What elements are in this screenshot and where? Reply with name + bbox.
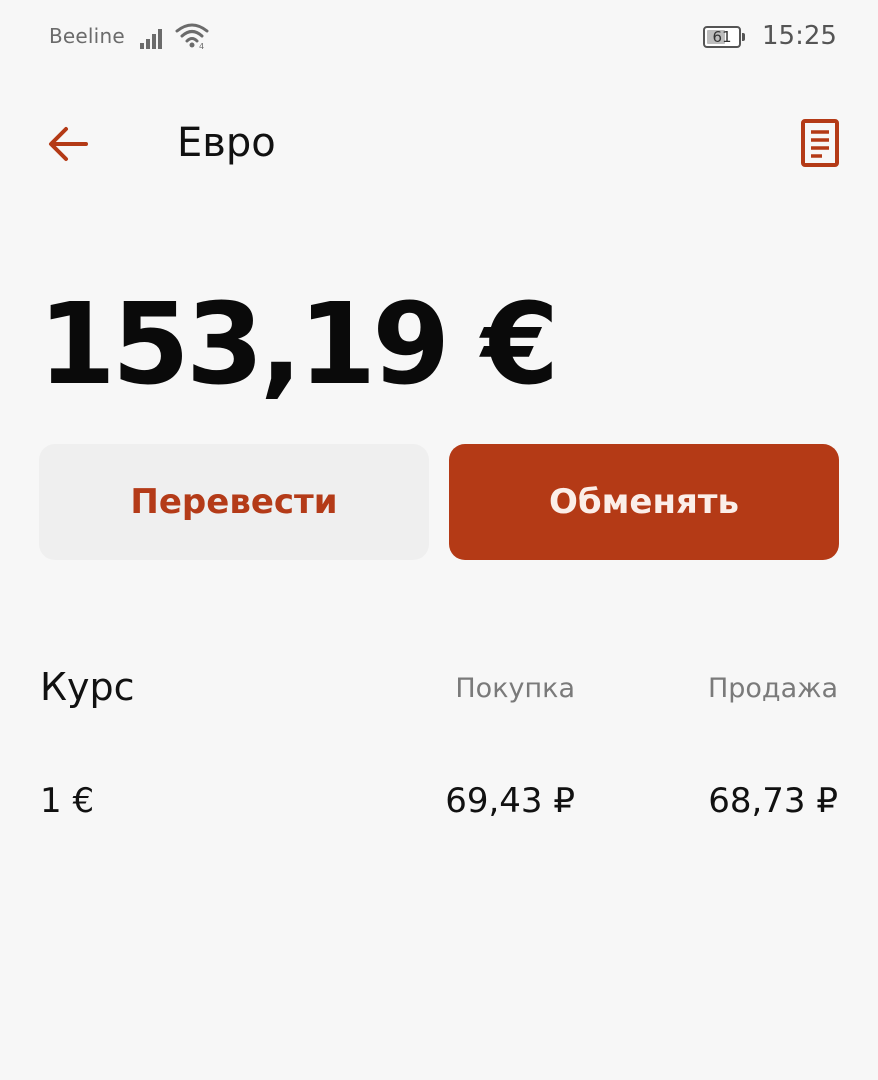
rates-header-buy: Покупка xyxy=(455,673,575,704)
rates-title: Курс xyxy=(40,665,135,709)
exchange-button[interactable]: Обменять xyxy=(449,444,839,560)
carrier-name: Beeline xyxy=(49,24,125,48)
cellular-signal-icon xyxy=(139,24,167,54)
balance-amount: 153,19 € xyxy=(38,280,559,410)
svg-text:4: 4 xyxy=(199,42,204,50)
status-time: 15:25 xyxy=(762,21,837,51)
document-icon xyxy=(801,119,839,167)
battery-icon: 61 xyxy=(703,26,745,48)
battery-percent: 61 xyxy=(712,28,732,46)
rate-sell-value: 68,73 ₽ xyxy=(708,781,838,821)
wifi-icon: 4 xyxy=(175,22,211,54)
status-bar: Beeline 4 61 15:25 xyxy=(0,0,878,76)
page-title: Евро xyxy=(177,120,276,166)
rate-unit: 1 € xyxy=(40,781,95,821)
transfer-button[interactable]: Перевести xyxy=(39,444,429,560)
back-button[interactable] xyxy=(40,116,96,172)
statement-button[interactable] xyxy=(792,114,848,172)
rate-buy-value: 69,43 ₽ xyxy=(445,781,575,821)
rates-header-sell: Продажа xyxy=(707,673,838,704)
arrow-left-icon xyxy=(49,127,88,161)
